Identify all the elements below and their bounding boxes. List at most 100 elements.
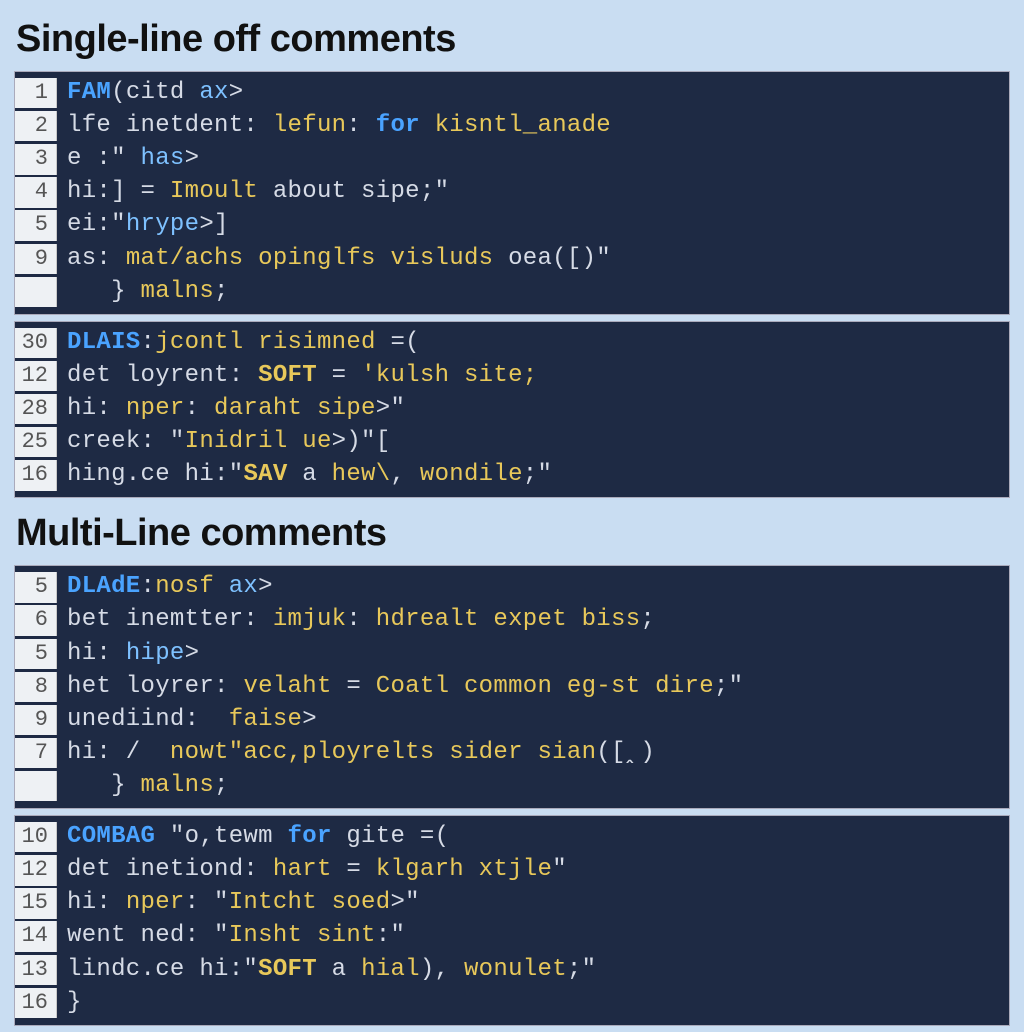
- token: =(: [390, 329, 419, 356]
- token: nper: [126, 889, 185, 916]
- token: Imoult: [170, 178, 258, 205]
- token: imjuk: [273, 606, 347, 633]
- code-content: lfe inetdent: lefun: for kisntl_anade: [57, 109, 611, 142]
- token: }: [67, 278, 141, 305]
- code-line: 5ei:"hrype>]: [15, 208, 1009, 241]
- token: }: [67, 772, 141, 799]
- token: daraht sipe: [214, 395, 376, 422]
- token: SAV: [243, 461, 287, 488]
- token: ": [405, 889, 420, 916]
- code-block-2: 30DLAIS:jcontl risimned =(12det loyrent:…: [14, 321, 1010, 499]
- code-content: det inetiond: hart = klgarh xtjle": [57, 853, 567, 886]
- line-number: 10: [15, 822, 57, 852]
- line-number: 3: [15, 144, 57, 174]
- token: ;": [567, 956, 596, 983]
- token: hart: [273, 856, 332, 883]
- token: hi:] =: [67, 178, 170, 205]
- line-number: 12: [15, 855, 57, 885]
- code-content: hi: nper: daraht sipe>": [57, 392, 405, 425]
- token: a: [288, 461, 332, 488]
- token: >: [199, 211, 214, 238]
- code-content: hing.ce hi:"SAV a hew\, wondile;": [57, 458, 552, 491]
- token: ;: [214, 278, 229, 305]
- code-line: 8het loyrer: velaht = Coatl common eg-st…: [15, 670, 1009, 703]
- token: 'kulsh site;: [361, 362, 537, 389]
- token: hew\: [332, 461, 391, 488]
- code-line: 9 unediind: faise>: [15, 703, 1009, 736]
- token: :: [141, 329, 156, 356]
- token: hing.ce hi:": [67, 461, 243, 488]
- line-number: 13: [15, 955, 57, 985]
- line-number: 28: [15, 394, 57, 424]
- token: hial: [361, 956, 420, 983]
- token: >: [185, 640, 200, 667]
- token: ": [552, 856, 567, 883]
- code-content: }: [57, 986, 82, 1019]
- line-number: 12: [15, 361, 57, 391]
- token: }: [67, 989, 82, 1016]
- line-number: 5: [15, 210, 57, 240]
- token: lindc.ce hi:": [67, 956, 258, 983]
- code-block-1: 1FAM(citd ax>2lfe inetdent: lefun: for k…: [14, 71, 1010, 315]
- code-line: 6bet inemtter: imjuk: hdrealt expet biss…: [15, 603, 1009, 636]
- code-line: 3e :" has>: [15, 142, 1009, 175]
- token: malns: [141, 772, 215, 799]
- token: creek: ": [67, 428, 185, 455]
- line-number: 1: [15, 78, 57, 108]
- token: ]: [214, 211, 229, 238]
- token: :: [141, 573, 156, 600]
- code-content: hi: nper: "Intcht soed>": [57, 886, 420, 919]
- code-line: 5hi: hipe>: [15, 637, 1009, 670]
- code-block-3: 5 DLAdE:nosf ax>6bet inemtter: imjuk: hdr…: [14, 565, 1010, 809]
- token: velaht: [243, 673, 331, 700]
- code-line: 10COMBAG "o,tewm for gite =(: [15, 820, 1009, 853]
- token: gite: [332, 823, 420, 850]
- line-number: 14: [15, 921, 57, 951]
- code-content: DLAdE:nosf ax>: [57, 570, 273, 603]
- token: SOFT: [258, 362, 317, 389]
- code-line: 12det loyrent: SOFT = 'kulsh site;: [15, 359, 1009, 392]
- token: faise: [229, 706, 303, 733]
- token: )"[: [346, 428, 390, 455]
- token: FAM: [67, 79, 111, 106]
- code-content: } malns;: [57, 769, 229, 802]
- token: =(: [420, 823, 449, 850]
- token: about sipe;": [258, 178, 449, 205]
- token: >: [229, 79, 244, 106]
- token: for: [376, 112, 420, 139]
- code-block-4: 10COMBAG "o,tewm for gite =(12det inetio…: [14, 815, 1010, 1026]
- code-line: 2lfe inetdent: lefun: for kisntl_anade: [15, 109, 1009, 142]
- code-content: hi: / nowt"acc,ployrelts sider sian([ꞈ): [57, 736, 655, 769]
- code-content: as: mat/achs opinglfs visluds oea([)": [57, 242, 611, 275]
- token: ei:": [67, 211, 126, 238]
- line-number: 5: [15, 639, 57, 669]
- token: hi: /: [67, 739, 170, 766]
- token: : ": [185, 889, 229, 916]
- token: [420, 112, 435, 139]
- code-line: 1FAM(citd ax>: [15, 76, 1009, 109]
- code-line: 4hi:] = Imoult about sipe;": [15, 175, 1009, 208]
- token: >: [302, 706, 317, 733]
- token: >: [376, 395, 391, 422]
- code-content: DLAIS:jcontl risimned =(: [57, 326, 420, 359]
- token: :: [185, 395, 214, 422]
- token: nosf: [155, 573, 229, 600]
- line-number: 30: [15, 328, 57, 358]
- line-number: 6: [15, 605, 57, 635]
- code-content: hi: hipe>: [57, 637, 199, 670]
- token: unediind:: [67, 706, 229, 733]
- token: =: [317, 362, 361, 389]
- token: went ned: ": [67, 922, 229, 949]
- line-number: 2: [15, 111, 57, 141]
- token: hipe: [126, 640, 185, 667]
- code-line: 16}: [15, 986, 1009, 1019]
- code-content: e :" has>: [57, 142, 199, 175]
- heading-multi-line: Multi-Line comments: [16, 512, 1010, 555]
- token: lefun: [273, 112, 347, 139]
- token: Intcht soed: [229, 889, 391, 916]
- token: malns: [141, 278, 215, 305]
- token: >: [332, 428, 347, 455]
- line-number: 9: [15, 705, 57, 735]
- token: wonulet: [464, 956, 567, 983]
- code-line: 14went ned: "Insht sint:": [15, 919, 1009, 952]
